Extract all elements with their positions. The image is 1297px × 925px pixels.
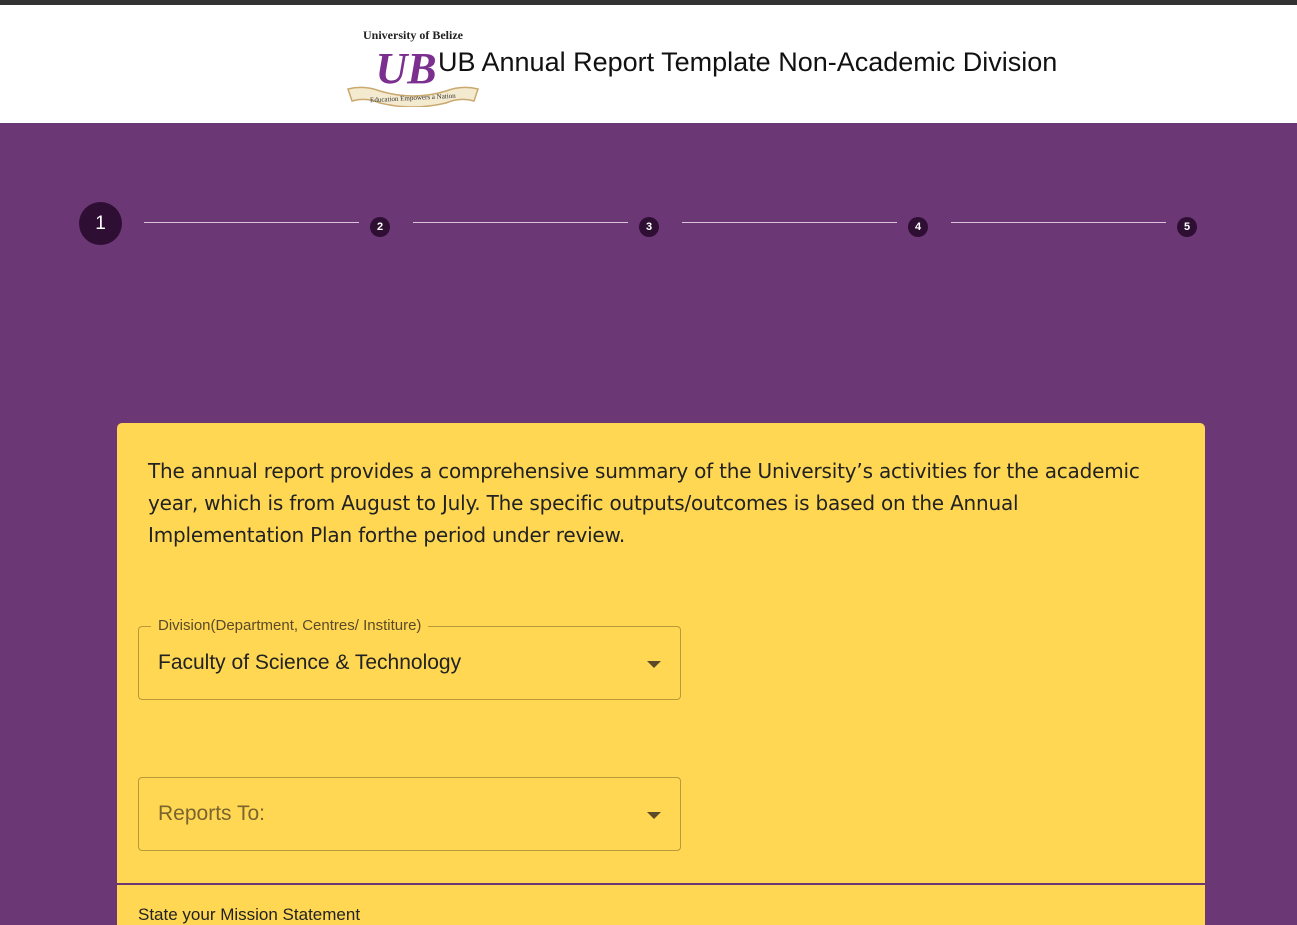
step-1-active[interactable]: 1: [79, 202, 122, 245]
step-connector: [951, 222, 1166, 223]
step-connector: [144, 222, 359, 223]
page-header: University of Belize UB Education Empowe…: [0, 5, 1297, 123]
step-5[interactable]: 5: [1177, 217, 1197, 237]
step-connector: [682, 222, 897, 223]
intro-text: The annual report provides a comprehensi…: [148, 459, 1140, 547]
mission-section: State your Mission Statement: [117, 885, 1205, 925]
mission-statement-label: State your Mission Statement: [138, 905, 361, 924]
step-connector: [413, 222, 628, 223]
chevron-down-icon: [647, 812, 661, 819]
reports-to-select[interactable]: Reports To:: [138, 777, 681, 851]
svg-text:UB: UB: [375, 44, 436, 93]
progress-stepper: 1 2 3 4 5: [0, 123, 1297, 323]
step-3[interactable]: 3: [639, 217, 659, 237]
division-value: Faculty of Science & Technology: [158, 651, 462, 674]
step-2[interactable]: 2: [370, 217, 390, 237]
page-title: UB Annual Report Template Non-Academic D…: [438, 47, 1058, 77]
step-4[interactable]: 4: [908, 217, 928, 237]
report-form-card: The annual report provides a comprehensi…: [117, 423, 1205, 883]
division-select[interactable]: Division(Department, Centres/ Institure)…: [138, 617, 681, 700]
division-label: Division(Department, Centres/ Institure): [151, 617, 429, 634]
main-content: 1 2 3 4 5 The annual report provides a c…: [0, 123, 1297, 925]
reports-to-placeholder: Reports To:: [158, 802, 265, 825]
svg-text:University of Belize: University of Belize: [363, 28, 464, 42]
chevron-down-icon: [647, 661, 661, 668]
